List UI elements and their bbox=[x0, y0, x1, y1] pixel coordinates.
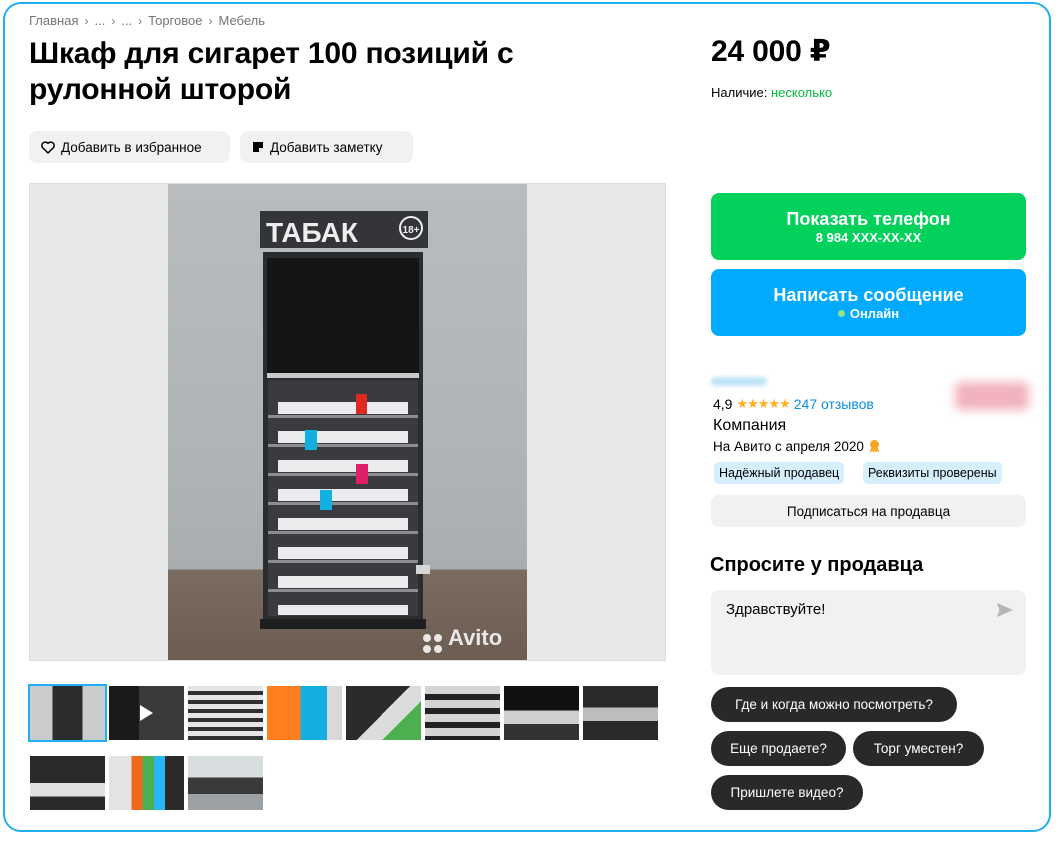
reviews-link[interactable]: 247 отзывов bbox=[794, 396, 874, 412]
message-input[interactable]: Здравствуйте! bbox=[711, 590, 1026, 675]
show-phone-label: Показать телефон bbox=[786, 208, 951, 229]
avito-watermark: Avito bbox=[448, 625, 502, 650]
thumbnail-10[interactable] bbox=[109, 756, 184, 810]
badge-verified-details[interactable]: Реквизиты проверены bbox=[863, 462, 1002, 484]
add-to-favorites-button[interactable]: Добавить в избранное bbox=[29, 131, 230, 163]
seller-avatar-blurred[interactable] bbox=[955, 382, 1029, 410]
thumbnail-1[interactable] bbox=[28, 684, 107, 742]
rating-value: 4,9 bbox=[713, 396, 733, 412]
ask-seller-title: Спросите у продавца bbox=[710, 554, 924, 576]
thumbnail-5[interactable] bbox=[346, 686, 421, 740]
product-photo: ТАБАК 18+ Avito bbox=[168, 184, 527, 660]
sign-text: ТАБАК bbox=[266, 217, 359, 248]
page-title: Шкаф для сигарет 100 позиций с рулонной … bbox=[29, 37, 514, 106]
seller-since-text: На Авито с апреля 2020 bbox=[713, 439, 864, 454]
thumbnail-9[interactable] bbox=[30, 756, 105, 810]
play-icon bbox=[138, 704, 154, 727]
show-phone-button[interactable]: Показать телефон 8 984 XXX-XX-XX bbox=[711, 193, 1026, 260]
online-label: Онлайн bbox=[849, 305, 900, 321]
chevron-right-icon: › bbox=[84, 13, 89, 28]
quick-question-still-selling[interactable]: Еще продаете? bbox=[711, 731, 846, 766]
write-message-label: Написать сообщение bbox=[773, 284, 964, 305]
thumbnail-4[interactable] bbox=[267, 686, 342, 740]
thumbnail-3[interactable] bbox=[188, 686, 263, 740]
add-note-button[interactable]: Добавить заметку bbox=[240, 131, 413, 163]
badge-reliable-seller[interactable]: Надёжный продавец bbox=[714, 462, 845, 484]
availability-value: несколько bbox=[770, 85, 833, 100]
thumbnail-11[interactable] bbox=[188, 756, 263, 810]
medal-icon bbox=[868, 439, 881, 456]
breadcrumb: Главная › ... › ... › Торговое › Мебель bbox=[29, 13, 265, 28]
rating-stars-icon: ★★★★★ bbox=[736, 396, 790, 411]
add-to-favorites-label: Добавить в избранное bbox=[61, 139, 202, 155]
age-badge: 18+ bbox=[403, 225, 420, 236]
seller-name-blurred[interactable] bbox=[711, 377, 767, 386]
heart-icon bbox=[41, 140, 55, 154]
seller-type: Компания bbox=[713, 417, 787, 434]
breadcrumb-item-collapsed-2[interactable]: ... bbox=[121, 13, 132, 28]
breadcrumb-item-home[interactable]: Главная bbox=[29, 13, 78, 28]
thumbnail-7[interactable] bbox=[504, 686, 579, 740]
availability: Наличие: несколько bbox=[711, 85, 832, 100]
breadcrumb-item-furniture[interactable]: Мебель bbox=[218, 13, 265, 28]
breadcrumb-item-trade[interactable]: Торговое bbox=[148, 13, 202, 28]
chevron-right-icon: › bbox=[208, 13, 213, 28]
chevron-right-icon: › bbox=[138, 13, 143, 28]
thumbnail-6[interactable] bbox=[425, 686, 500, 740]
subscribe-button[interactable]: Подписаться на продавца bbox=[711, 495, 1026, 527]
seller-since: На Авито с апреля 2020 bbox=[713, 439, 881, 456]
add-note-label: Добавить заметку bbox=[270, 139, 383, 155]
main-photo[interactable]: ТАБАК 18+ Avito bbox=[29, 183, 666, 661]
listing-page: Главная › ... › ... › Торговое › Мебель … bbox=[3, 2, 1051, 832]
seller-rating: 4,9 ★★★★★ 247 отзывов bbox=[713, 396, 874, 412]
price: 24 000 ₽ bbox=[711, 35, 831, 68]
write-message-button[interactable]: Написать сообщение Онлайн bbox=[711, 269, 1026, 336]
chevron-right-icon: › bbox=[111, 13, 116, 28]
phone-masked: 8 984 XXX-XX-XX bbox=[815, 229, 922, 245]
online-status: Онлайн bbox=[837, 305, 900, 322]
quick-question-video[interactable]: Пришлете видео? bbox=[711, 775, 863, 810]
availability-label: Наличие: bbox=[711, 85, 768, 100]
quick-question-where-when[interactable]: Где и когда можно посмотреть? bbox=[711, 687, 957, 722]
thumbnail-8[interactable] bbox=[583, 686, 658, 740]
send-icon[interactable] bbox=[996, 602, 1014, 623]
note-icon bbox=[252, 141, 264, 153]
message-input-text: Здравствуйте! bbox=[726, 601, 826, 618]
breadcrumb-item-collapsed-1[interactable]: ... bbox=[94, 13, 105, 28]
thumbnail-video[interactable] bbox=[109, 686, 184, 740]
quick-question-bargain[interactable]: Торг уместен? bbox=[853, 731, 984, 766]
online-dot-icon bbox=[837, 309, 845, 317]
